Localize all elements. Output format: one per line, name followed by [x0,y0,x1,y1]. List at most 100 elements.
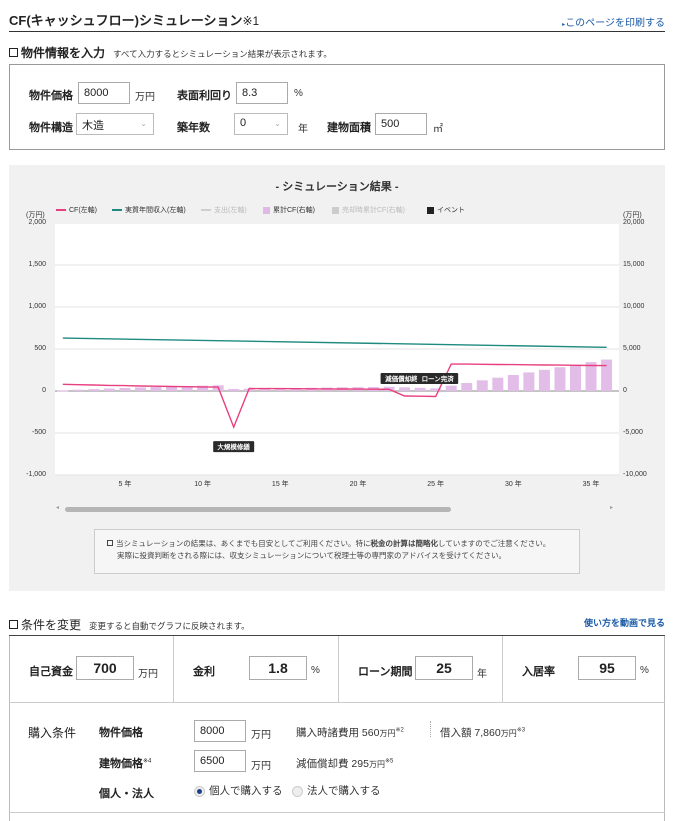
property-input-panel: 物件価格 万円 表面利回り % 物件構造 木造⌄ 築年数 0⌄ 年 建物面積 ㎡ [9,64,665,150]
structure-select[interactable]: 木造 ⌄ [76,113,154,135]
cumulative-cf-bar [414,387,426,391]
property-section-heading: 物件情報を入力 すべて入力するとシミュレーション結果が表示されます。 [9,44,332,61]
square-icon [9,620,18,629]
misc-cost-summary: 購入時諸費用 560万円※2 [296,725,404,740]
x-tick-label: 25 年 [427,479,444,488]
x-tick-label: 35 年 [583,479,600,488]
age-select-value: 0 [240,117,247,129]
misc-cost-unit: 万円 [379,729,396,738]
own-funds-cell: 自己資金 700 万円 [10,636,174,702]
event-label: 大規模修繕 [217,442,250,451]
page-title-text: CF(キャッシュフロー)シミュレーション [9,13,243,28]
yield-label: 表面利回り [177,90,232,102]
scroll-right-icon[interactable]: ▸ [610,504,613,511]
legend-marker [263,206,270,214]
disclaimer-text-bold: 税金の計算は簡略化 [370,539,438,548]
video-guide-link[interactable]: 使い方を動画で見る [584,616,665,629]
age-label: 築年数 [177,122,210,134]
x-tick-label: 30 年 [505,479,522,488]
disclaimer-line-1: 当シミュレーションの結果は、あくまでも目安としてご利用ください。特に税金の計算は… [107,538,569,550]
radio-selected-icon[interactable] [194,785,205,797]
y-left-tick-label: 1,500 [28,261,46,268]
disclaimer-line-2: 実際に投資判断をされる際には、収支シミュレーションについて税理士等の専門家のアド… [117,551,507,560]
cumulative-cf-bar [399,387,411,391]
y-right-tick-label: -10,000 [623,471,647,478]
structure-select-value: 木造 [82,120,104,132]
square-icon [107,540,113,546]
interest-input[interactable]: 1.8 [249,656,307,680]
loan-term-cell: ローン期間 25 年 [339,636,503,702]
depreciation-label: 減価償却費 [296,758,349,770]
x-tick-label: 20 年 [350,479,367,488]
owner-option-individual: 個人で購入する [209,785,283,797]
occupancy-cell: 入居率 95 % [503,636,665,702]
own-funds-unit: 万円 [138,669,158,680]
simulation-panel: - シミュレーション結果 - CF(左軸) 実質年間収入(左軸) 支出(左軸) 累計C… [9,165,665,591]
loan-term-input[interactable]: 25 [415,656,473,680]
loan-term-unit: 年 [477,669,487,680]
legend-item[interactable]: 累計CF(右軸) [263,205,315,215]
conditions-section-heading: 条件を変更 変更すると自動でグラフに反映されます。 [9,616,250,633]
y-right-tick-label: 5,000 [623,345,641,352]
owner-radio-corporate[interactable]: 法人で購入する [292,783,381,798]
print-page-link[interactable]: ▸このページを印刷する [562,14,665,29]
age-select[interactable]: 0 ⌄ [234,113,288,135]
legend-item[interactable]: 売却時累計CF(右軸) [332,205,405,215]
purchase-price-unit: 万円 [251,730,271,741]
area-label: 建物面積 [327,122,371,134]
owner-radio-individual[interactable]: 個人で購入する [194,783,283,798]
interest-label: 金利 [193,666,215,678]
yield-input[interactable] [236,82,288,104]
event-label: ローン完済 [422,374,455,383]
disclaimer-text-a: 当シミュレーションの結果は、あくまでも目安としてご利用ください。特に [116,539,371,548]
own-funds-input[interactable]: 700 [76,656,134,680]
purchase-price-input[interactable] [194,720,246,742]
page-title-note: ※1 [242,14,260,28]
legend-label: 支出(左軸) [214,207,247,214]
legend-item[interactable]: 支出(左軸) [201,205,247,215]
cumulative-cf-bar [445,385,457,391]
conditions-row-divider [9,702,665,703]
owner-type-label: 個人・法人 [99,788,154,800]
chart-scrollbar-thumb[interactable] [65,507,451,512]
legend-label: CF(左軸) [69,207,97,214]
legend-marker [332,206,339,214]
simulation-title: - シミュレーション結果 - [275,181,399,193]
occupancy-input[interactable]: 95 [578,656,636,680]
cumulative-cf-bar [585,362,597,391]
building-price-label: 建物価格 [99,758,143,770]
yield-unit: % [294,88,303,99]
structure-label: 物件構造 [29,122,73,134]
building-price-label-wrap: 建物価格※4 [99,755,151,771]
building-price-unit: 万円 [251,761,271,772]
legend-marker [56,209,66,211]
price-label: 物件価格 [29,90,73,102]
conditions-bottom-divider [9,812,665,813]
cumulative-cf-bar [72,389,84,391]
building-price-note: ※4 [143,758,152,765]
x-tick-label: 5 年 [118,479,131,488]
misc-cost-label: 購入時諸費用 [296,727,359,739]
page-title: CF(キャッシュフロー)シミュレーション※1 [9,10,259,29]
legend-label: 実質年間収入(左軸) [125,207,186,214]
legend-item[interactable]: イベント [427,205,465,215]
x-tick-label: 10 年 [194,479,211,488]
y-left-tick-label: 0 [42,387,46,394]
cumulative-cf-bar [228,388,240,391]
scroll-left-icon[interactable]: ◂ [56,504,59,511]
cumulative-cf-bar [523,372,535,391]
area-input[interactable] [375,113,427,135]
legend-item[interactable]: 実質年間収入(左軸) [112,205,186,215]
cumulative-cf-bar [569,364,581,391]
price-unit: 万円 [135,92,155,103]
cumulative-cf-bar [134,387,146,391]
building-price-input[interactable] [194,750,246,772]
legend-marker [112,209,122,211]
cumulative-cf-bar [461,383,473,391]
legend-item[interactable]: CF(左軸) [56,205,97,215]
loan-amount-summary: 借入額 7,860万円※3 [440,725,525,740]
radio-unselected-icon[interactable] [292,785,303,797]
price-input[interactable] [78,82,130,104]
legend-label: イベント [437,207,465,214]
conditions-heading-text: 条件を変更 [21,618,82,632]
